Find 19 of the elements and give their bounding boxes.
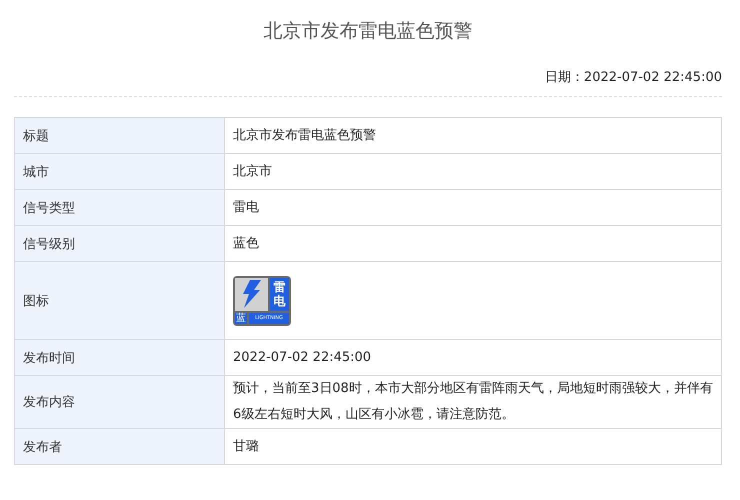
label-cell: 信号类型 <box>14 190 224 226</box>
value-cell: 2022-07-02 22:45:00 <box>224 340 722 376</box>
value-cell: 甘璐 <box>224 428 722 464</box>
label-cell: 发布者 <box>14 428 224 464</box>
value-cell: 预计，当前至3日08时，本市大部分地区有雷阵雨天气，局地短时雨强较大，并伴有6级左右短时大风，山区有小冰雹，请注意防范。 <box>224 376 722 428</box>
value-cell: 北京市 <box>224 154 722 190</box>
label-cell: 发布内容 <box>14 376 224 428</box>
label-cell: 信号级别 <box>14 226 224 262</box>
value-cell: 雷电 <box>224 190 722 226</box>
label-cell: 发布时间 <box>14 340 224 376</box>
page-title: 北京市发布雷电蓝色预警 <box>262 19 474 44</box>
label-cell: 图标 <box>14 262 224 340</box>
label-cell: 城市 <box>14 154 224 190</box>
level-text: 蓝 <box>235 312 247 324</box>
value-cell: 蓝色 <box>224 226 722 262</box>
label-cell: 标题 <box>14 118 224 154</box>
value-cell: 北京市发布雷电蓝色预警 <box>224 118 722 154</box>
date-text: 日期：2022-07-02 22:45:00 <box>544 69 722 86</box>
signal-name-text: 雷电 <box>270 278 289 310</box>
